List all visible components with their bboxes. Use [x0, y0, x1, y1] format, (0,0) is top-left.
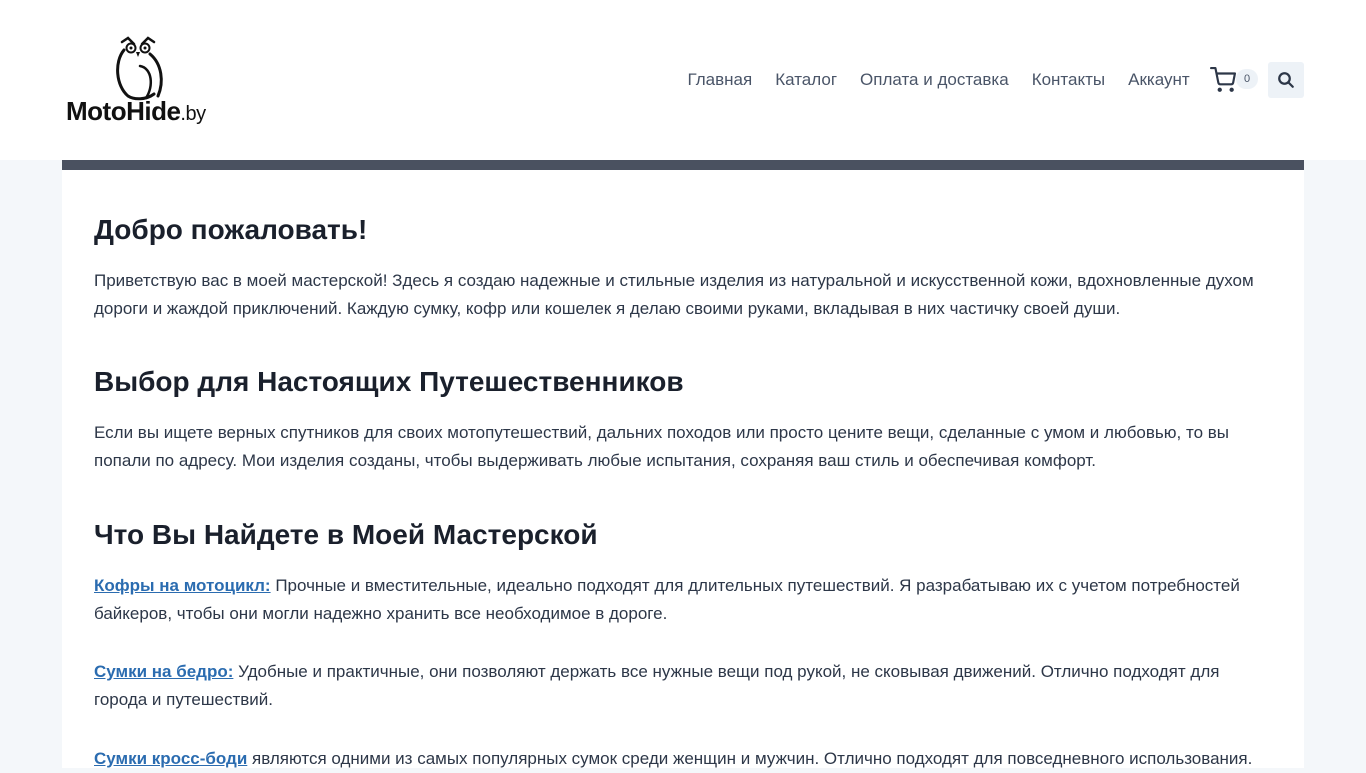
logo-text: MotoHide.by — [66, 96, 206, 126]
product-item-crossbody: Сумки кросс-боди являются одними из самы… — [94, 745, 1272, 773]
cart-count-badge: 0 — [1236, 69, 1258, 89]
search-icon — [1278, 72, 1294, 88]
product-item-hip-bags: Сумки на бедро: Удобные и практичные, он… — [94, 658, 1272, 713]
product-desc-hip-bags: Удобные и практичные, они позволяют держ… — [94, 662, 1220, 709]
cart-icon — [1210, 67, 1236, 92]
cart-button[interactable]: 0 — [1210, 64, 1260, 96]
nav-item-catalog[interactable]: Каталог — [764, 62, 849, 98]
nav-item-contacts[interactable]: Контакты — [1020, 62, 1116, 98]
product-link-hip-bags[interactable]: Сумки на бедро: — [94, 662, 233, 681]
nav-item-account[interactable]: Аккаунт — [1117, 62, 1202, 98]
product-link-crossbody[interactable]: Сумки кросс-боди — [94, 749, 247, 768]
nav-item-home[interactable]: Главная — [676, 62, 764, 98]
site-header: MotoHide.by Главная Каталог Оплата и дос… — [0, 0, 1366, 160]
search-button[interactable] — [1268, 62, 1304, 98]
site-logo[interactable]: MotoHide.by — [66, 36, 226, 128]
product-item-cases: Кофры на мотоцикл: Прочные и вместительн… — [94, 572, 1272, 627]
workshop-heading: Что Вы Найдете в Моей Мастерской — [94, 519, 598, 550]
welcome-text: Приветствую вас в моей мастерской! Здесь… — [94, 271, 1254, 318]
welcome-heading: Добро пожаловать! — [94, 214, 368, 245]
nav-item-payment-delivery[interactable]: Оплата и доставка — [849, 62, 1021, 98]
main-nav: Главная Каталог Оплата и доставка Контак… — [676, 62, 1201, 98]
product-desc-crossbody: являются одними из самых популярных сумо… — [247, 749, 1253, 768]
owl-logo-icon — [116, 36, 163, 101]
product-link-cases[interactable]: Кофры на мотоцикл: — [94, 576, 271, 595]
main-content: Добро пожаловать! Приветствую вас в моей… — [62, 160, 1304, 768]
travelers-text: Если вы ищете верных спутников для своих… — [94, 423, 1229, 470]
travelers-heading: Выбор для Настоящих Путешественников — [94, 366, 684, 397]
